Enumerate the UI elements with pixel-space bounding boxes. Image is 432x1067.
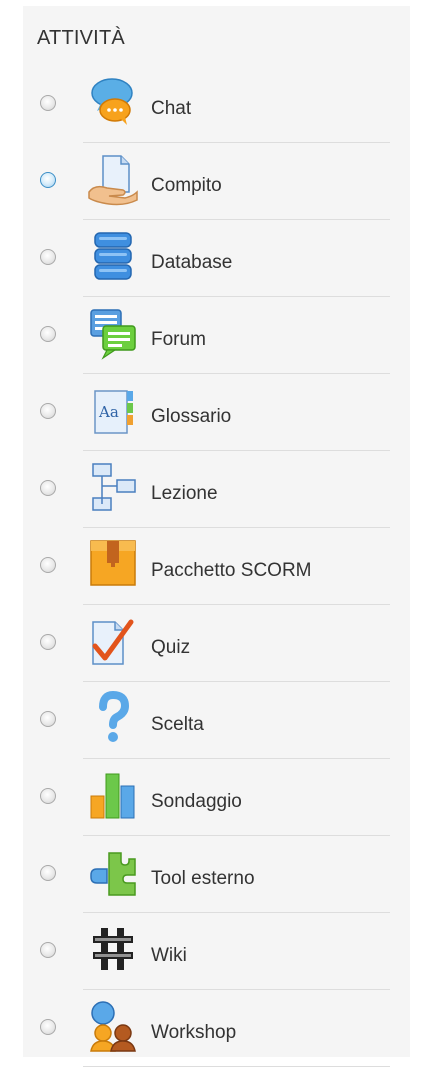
workshop-icon (85, 999, 141, 1055)
activity-radio-workshop[interactable] (40, 1019, 56, 1035)
activity-item-quiz[interactable]: Quiz (23, 605, 410, 682)
activity-label: Scelta (151, 714, 204, 735)
database-icon (85, 229, 141, 285)
svg-text:Aa: Aa (98, 403, 119, 421)
activity-label: Sondaggio (151, 791, 242, 812)
choice-icon (85, 691, 141, 747)
activity-radio-quiz[interactable] (40, 634, 56, 650)
activity-label: Tool esterno (151, 868, 255, 889)
activity-label: Quiz (151, 637, 191, 658)
section-heading: ATTIVITÀ (37, 27, 125, 49)
activity-radio-assignment[interactable] (40, 172, 56, 188)
assignment-icon (85, 152, 141, 208)
activity-label: Workshop (151, 1022, 237, 1043)
chat-icon (85, 75, 141, 131)
scorm-package-icon (85, 537, 141, 593)
activity-radio-scorm-package[interactable] (40, 557, 56, 573)
activity-label: Compito (151, 175, 222, 196)
activity-radio-choice[interactable] (40, 711, 56, 727)
activity-radio-wiki[interactable] (40, 942, 56, 958)
activity-item-forum[interactable]: Forum (23, 297, 410, 374)
activity-item-glossary[interactable]: Aa Glossario (23, 374, 410, 451)
activity-item-database[interactable]: Database (23, 220, 410, 297)
activity-item-workshop[interactable]: Workshop (23, 990, 410, 1067)
activity-label: Chat (151, 98, 192, 119)
activity-label: Wiki (151, 945, 187, 966)
activity-radio-lesson[interactable] (40, 480, 56, 496)
activity-label: Database (151, 252, 233, 273)
activity-item-lesson[interactable]: Lezione (23, 451, 410, 528)
activity-item-choice[interactable]: Scelta (23, 682, 410, 759)
external-tool-icon (85, 845, 141, 901)
activity-radio-feedback[interactable] (40, 788, 56, 804)
activity-chooser-panel: ATTIVITÀ Chat Compito Database Forum Aa … (23, 6, 410, 1067)
quiz-icon (85, 614, 141, 670)
activity-item-wiki[interactable]: Wiki (23, 913, 410, 990)
activity-radio-external-tool[interactable] (40, 865, 56, 881)
activity-item-feedback[interactable]: Sondaggio (23, 759, 410, 836)
lesson-icon (85, 460, 141, 516)
activity-item-scorm-package[interactable]: Pacchetto SCORM (23, 528, 410, 605)
activity-label: Lezione (151, 483, 218, 504)
activity-item-chat[interactable]: Chat (23, 66, 410, 143)
glossary-icon: Aa (85, 383, 141, 439)
activity-item-assignment[interactable]: Compito (23, 143, 410, 220)
wiki-icon (85, 922, 141, 978)
activity-label: Pacchetto SCORM (151, 560, 312, 581)
activity-radio-forum[interactable] (40, 326, 56, 342)
activity-radio-glossary[interactable] (40, 403, 56, 419)
activity-label: Forum (151, 329, 206, 350)
activity-radio-database[interactable] (40, 249, 56, 265)
activity-label: Glossario (151, 406, 232, 427)
feedback-icon (85, 768, 141, 824)
activity-item-external-tool[interactable]: Tool esterno (23, 836, 410, 913)
activity-radio-chat[interactable] (40, 95, 56, 111)
activity-list: Chat Compito Database Forum Aa Glossario… (23, 66, 410, 1067)
forum-icon (85, 306, 141, 362)
